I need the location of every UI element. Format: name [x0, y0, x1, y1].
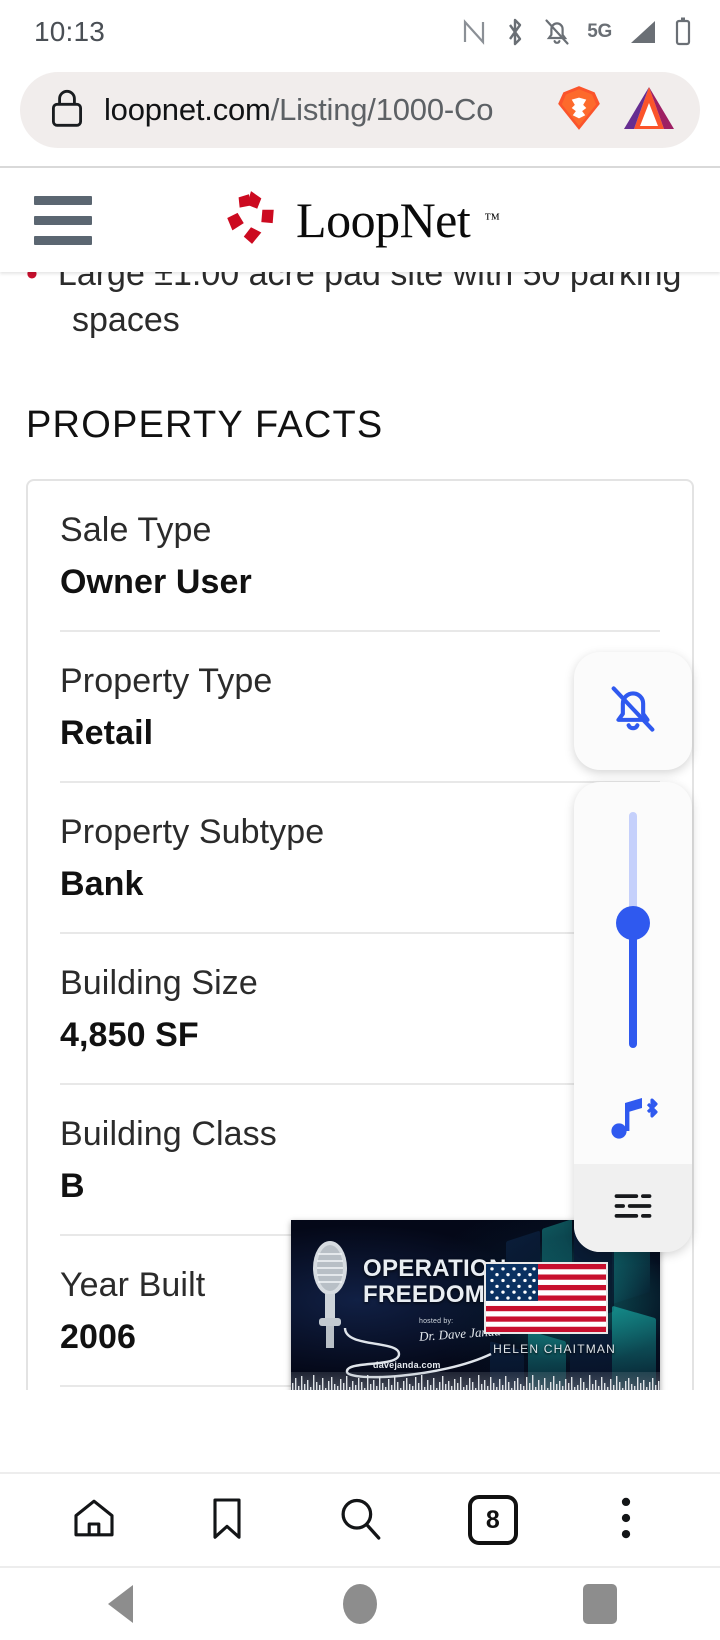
- table-row: Building Class B: [60, 1082, 660, 1234]
- table-row: Property Type Retail: [60, 629, 660, 781]
- music-bluetooth-icon: [606, 1094, 660, 1149]
- fact-value: Bank: [60, 865, 144, 904]
- bookmarks-button[interactable]: [181, 1474, 273, 1566]
- home-circle-icon: [343, 1584, 377, 1624]
- site-title: LoopNet: [296, 192, 471, 248]
- browser-omnibox-container: loopnet.com/Listing/1000-Co: [0, 64, 720, 166]
- table-row: Building Size 4,850 SF: [60, 931, 660, 1083]
- brave-lion-icon[interactable]: [554, 83, 604, 138]
- nav-home-button[interactable]: [325, 1569, 395, 1639]
- overflow-menu-button[interactable]: [580, 1474, 672, 1566]
- site-header: LoopNet ™: [0, 168, 720, 272]
- nfc-icon: [461, 18, 487, 46]
- nav-recents-button[interactable]: [565, 1569, 635, 1639]
- bluetooth-icon: [503, 17, 527, 47]
- search-button[interactable]: [314, 1474, 406, 1566]
- home-icon: [70, 1494, 118, 1547]
- overflow-menu-icon: [617, 1495, 635, 1546]
- hamburger-menu-icon[interactable]: [34, 195, 92, 245]
- table-row: Sale Type Owner User: [60, 481, 660, 630]
- fact-value: 4,850 SF: [60, 1016, 199, 1055]
- home-button[interactable]: [48, 1474, 140, 1566]
- nav-back-button[interactable]: [85, 1569, 155, 1639]
- fact-value: Owner User: [60, 563, 252, 602]
- table-row: Property Subtype Bank: [60, 780, 660, 932]
- fact-value: B: [60, 1167, 85, 1206]
- volume-column[interactable]: [574, 782, 692, 1252]
- fact-label: Property Type: [60, 661, 273, 700]
- volume-slider-thumb[interactable]: [616, 905, 650, 940]
- fact-label: Property Subtype: [60, 812, 325, 851]
- url-text[interactable]: loopnet.com/Listing/1000-Co: [104, 92, 536, 128]
- ringer-mute-button[interactable]: [574, 652, 692, 770]
- fact-label: Building Size: [60, 963, 258, 1002]
- tab-count-badge: 8: [467, 1495, 518, 1545]
- volume-track-filled: [629, 922, 637, 1048]
- lock-icon: [48, 87, 86, 134]
- status-icon-tray: 5G: [461, 17, 692, 47]
- fact-value: Retail: [60, 714, 154, 753]
- video-guest-name: HELEN CHAITMAN: [493, 1342, 616, 1356]
- recents-square-icon: [583, 1584, 617, 1624]
- status-clock: 10:13: [34, 16, 106, 47]
- highlight-bullet-wrap-line: spaces: [0, 298, 720, 344]
- volume-slider[interactable]: [574, 782, 692, 1078]
- page-title: PROPERTY FACTS: [26, 403, 384, 446]
- notifications-muted-icon: [543, 17, 571, 47]
- fact-label: Building Class: [60, 1114, 277, 1153]
- url-host: loopnet.com: [104, 92, 271, 127]
- bat-triangle-icon[interactable]: [622, 84, 676, 137]
- android-navigation-bar: [0, 1568, 720, 1640]
- volume-panel[interactable]: [574, 652, 692, 1252]
- webpage-viewport[interactable]: • Large ±1.00 acre pad site with 50 park…: [0, 168, 720, 1390]
- cellular-signal-icon: [628, 18, 658, 46]
- tune-sliders-icon: [611, 1184, 655, 1233]
- video-hosted-by-label: hosted by:: [419, 1318, 454, 1325]
- android-status-bar: 10:13 5G: [0, 0, 720, 64]
- search-icon: [335, 1493, 385, 1548]
- audio-output-button[interactable]: [574, 1078, 692, 1164]
- tab-switcher-button[interactable]: 8: [447, 1474, 539, 1566]
- loopnet-brand: LoopNet ™: [0, 187, 720, 254]
- url-path: /Listing/1000-Co: [270, 92, 494, 127]
- video-site-url: davejanda.com: [373, 1360, 441, 1370]
- highlight-bullet-text-line2: spaces: [72, 300, 180, 339]
- omnibox[interactable]: loopnet.com/Listing/1000-Co: [20, 72, 700, 148]
- loopnet-logo-icon: [220, 187, 282, 254]
- us-flag-icon: [484, 1262, 608, 1334]
- audio-waveform: [291, 1372, 660, 1390]
- volume-settings-button[interactable]: [574, 1164, 692, 1252]
- bell-muted-icon: [604, 680, 662, 743]
- browser-bottom-toolbar: 8: [0, 1472, 720, 1568]
- fact-label: Sale Type: [60, 510, 212, 549]
- back-triangle-icon: [107, 1585, 133, 1623]
- bookmark-icon: [203, 1494, 251, 1547]
- trademark-mark: ™: [484, 211, 500, 228]
- battery-icon: [674, 17, 692, 47]
- network-type-label: 5G: [587, 21, 612, 42]
